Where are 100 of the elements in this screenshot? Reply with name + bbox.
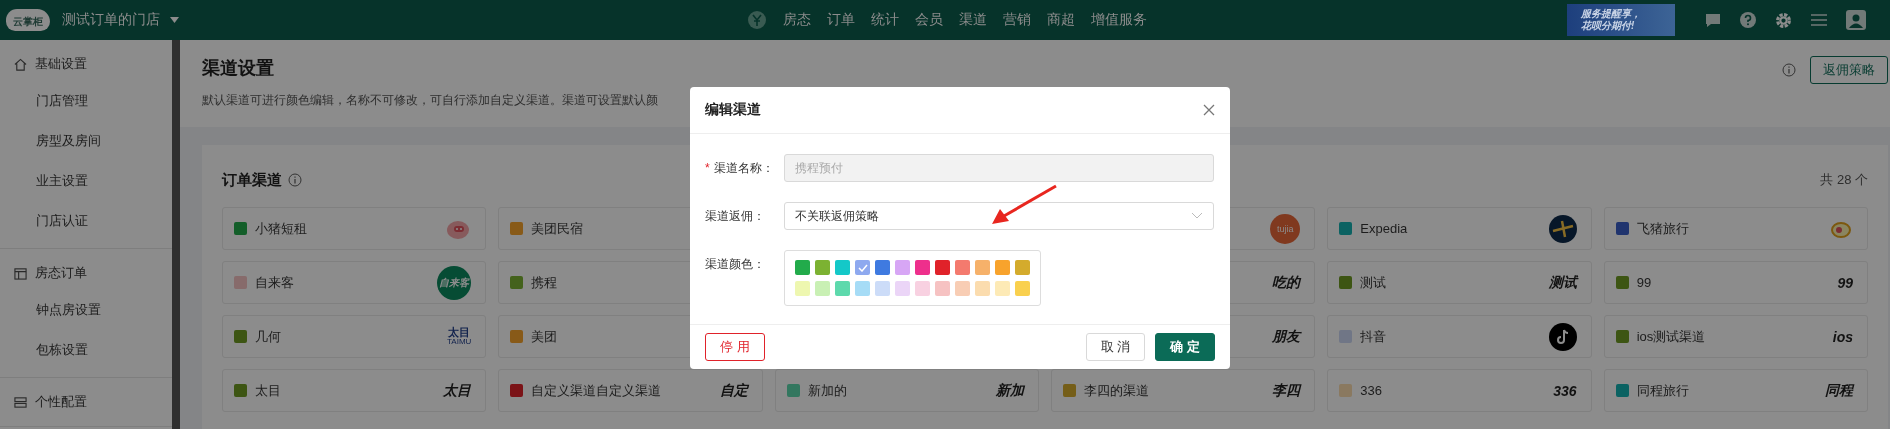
field-label: 渠道返佣： — [705, 208, 765, 225]
channel-card[interactable]: 几何 太目 TAIMU — [222, 315, 487, 358]
avatar-icon[interactable] — [1846, 10, 1866, 30]
color-swatch[interactable] — [795, 281, 810, 296]
channel-card[interactable]: 李四的渠道 李四 — [1051, 369, 1316, 412]
channel-logo: 同程 — [1825, 381, 1853, 400]
color-swatch[interactable] — [815, 281, 830, 296]
nav-link[interactable]: 会员 — [915, 11, 943, 29]
channel-card[interactable]: 测试 测试 — [1327, 261, 1592, 304]
chat-icon[interactable] — [1705, 12, 1721, 28]
sidebar-item[interactable]: 门店管理 — [0, 81, 172, 121]
dialog-button[interactable]: 确 定 — [1155, 333, 1215, 361]
channel-card[interactable]: ios测试渠道 ios — [1603, 315, 1868, 358]
color-swatch[interactable] — [955, 260, 970, 275]
channel-logo: 测试 — [1548, 273, 1577, 292]
arrow-annotation — [990, 184, 1058, 226]
layers-icon — [14, 395, 27, 409]
channel-card[interactable]: 太目 太目 — [222, 369, 487, 412]
channel-card[interactable]: Expedia — [1327, 207, 1592, 250]
channel-card[interactable]: 同程旅行 同程 — [1603, 369, 1868, 412]
channel-logo: 新加 — [996, 381, 1024, 400]
channel-name: 美团民宿 — [531, 219, 584, 238]
color-swatch[interactable] — [855, 281, 870, 296]
info-icon[interactable] — [1782, 63, 1796, 77]
color-swatch[interactable] — [815, 260, 830, 275]
channel-logo: 朋友 — [1272, 327, 1301, 346]
channel-logo: 336 — [1553, 382, 1577, 399]
dialog-button[interactable]: 停 用 — [705, 333, 765, 361]
channel-card[interactable]: 小猪短租 — [222, 207, 487, 250]
channel-logo: ios — [1832, 328, 1853, 345]
color-swatch[interactable] — [795, 260, 810, 275]
nav-link[interactable]: 营销 — [1003, 11, 1031, 29]
sidebar-group[interactable]: 房态订单 — [35, 264, 87, 282]
field-label: 渠道名称： — [713, 160, 774, 177]
caret-icon[interactable] — [170, 17, 179, 23]
channel-logo: tujia — [1270, 213, 1301, 244]
color-swatch[interactable] — [895, 281, 910, 296]
info-icon[interactable] — [288, 173, 302, 187]
channel-card[interactable]: 抖音 — [1327, 315, 1592, 358]
channel-name: 携程 — [531, 273, 558, 292]
color-swatch[interactable] — [875, 281, 890, 296]
color-swatch[interactable] — [975, 281, 990, 296]
nav-link[interactable]: 商超 — [1047, 11, 1075, 29]
color-swatch[interactable] — [1015, 260, 1030, 275]
color-swatch[interactable] — [935, 260, 950, 275]
dialog-title: 编辑渠道 — [705, 101, 761, 119]
color-swatch[interactable] — [895, 260, 910, 275]
color-swatch[interactable] — [855, 260, 870, 275]
color-swatch[interactable] — [975, 260, 990, 275]
color-swatch[interactable] — [955, 281, 970, 296]
sidebar-item[interactable]: 房型及房间 — [0, 121, 172, 161]
channel-card[interactable]: 飞猪旅行 — [1603, 207, 1868, 250]
store-name[interactable]: 测试订单的门店 — [62, 11, 160, 29]
nav-link[interactable]: 渠道 — [959, 11, 987, 29]
channel-name: 新加的 — [807, 381, 847, 400]
channel-card[interactable]: 新加的 新加 — [774, 369, 1039, 412]
close-icon[interactable] — [1203, 104, 1215, 116]
music-note-icon — [1548, 322, 1577, 351]
help-icon[interactable] — [1740, 12, 1756, 28]
sidebar-item[interactable]: 业主设置 — [0, 161, 172, 201]
nav-link[interactable]: 增值服务 — [1091, 11, 1147, 29]
home-icon — [14, 57, 27, 71]
calendar-icon — [14, 266, 27, 280]
menu-icon[interactable] — [1811, 14, 1827, 26]
channel-name: 李四的渠道 — [1084, 381, 1149, 400]
channel-name: 自来客 — [255, 273, 294, 292]
color-swatch[interactable] — [995, 281, 1010, 296]
color-swatch[interactable] — [1015, 281, 1030, 296]
channel-name: 小猪短租 — [255, 219, 307, 238]
nav-link[interactable]: 订单 — [827, 11, 855, 29]
color-swatch[interactable] — [835, 281, 850, 296]
caret-icon[interactable] — [1191, 212, 1203, 220]
promo-banner[interactable]: 服务提醒享， 花呗分期付! — [1567, 4, 1675, 36]
channel-card[interactable]: 336 336 — [1327, 369, 1592, 412]
commission-select[interactable]: 不关联返佣策略 — [784, 202, 1214, 230]
color-swatch[interactable] — [915, 281, 930, 296]
sidebar-item[interactable]: 包栋设置 — [0, 330, 172, 370]
coin-icon[interactable] — [747, 10, 767, 30]
channel-card[interactable]: 99 99 — [1603, 261, 1868, 304]
settings-icon[interactable] — [1775, 11, 1792, 29]
commission-button[interactable]: 返佣策略 — [1810, 56, 1888, 84]
color-swatch[interactable] — [995, 260, 1010, 275]
color-swatch[interactable] — [935, 281, 950, 296]
color-swatch[interactable] — [875, 260, 890, 275]
nav-link[interactable]: 统计 — [871, 11, 899, 29]
channel-name: 自定义渠道自定义渠道 — [531, 381, 662, 400]
channel-name: ios测试渠道 — [1636, 327, 1706, 346]
sidebar-item[interactable]: 门店认证 — [0, 201, 172, 241]
sidebar-group[interactable]: 基础设置 — [35, 55, 87, 73]
nav-link[interactable]: 房态 — [783, 11, 811, 29]
color-swatch[interactable] — [915, 260, 930, 275]
dialog-button[interactable]: 取 消 — [1085, 333, 1146, 361]
color-swatch[interactable] — [835, 260, 850, 275]
cloud-logo[interactable]: 云掌柜 — [6, 9, 50, 31]
page-title: 渠道设置 — [202, 57, 275, 80]
channel-card[interactable]: 自定义渠道自定义渠道 自定 — [498, 369, 763, 412]
channel-card[interactable]: 自来客 自来客 — [222, 261, 487, 304]
sidebar-item[interactable]: 钟点房设置 — [0, 290, 172, 330]
channel-logo: 自定 — [719, 381, 748, 400]
sidebar-group[interactable]: 个性配置 — [35, 393, 87, 411]
